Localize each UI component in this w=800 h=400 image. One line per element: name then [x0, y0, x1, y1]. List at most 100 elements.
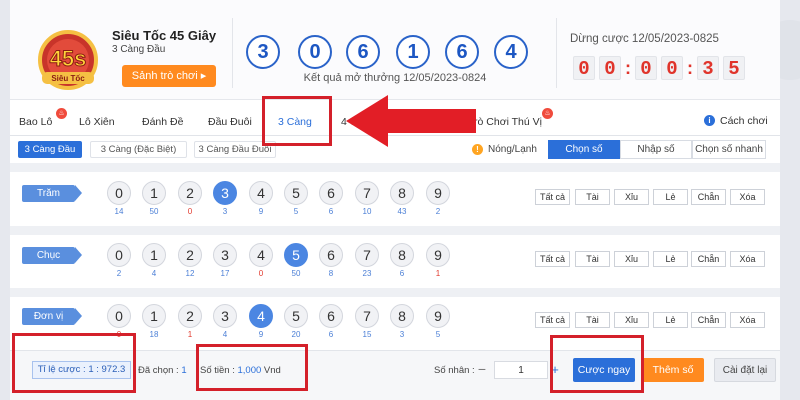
game-logo: 45s Siêu Tốc	[32, 26, 104, 92]
number-ball[interactable]: 5	[284, 304, 308, 328]
mode-choose-number[interactable]: Chọn số	[548, 140, 620, 159]
quick-select-button[interactable]: Chẵn	[691, 189, 726, 205]
lobby-button[interactable]: Sảnh trò chơi ▸	[122, 65, 216, 87]
tab-lo-xien[interactable]: Lô Xiên	[79, 116, 115, 128]
quick-select-button[interactable]: Chẵn	[691, 312, 726, 328]
hot-cold-toggle[interactable]: Nóng/Lạnh	[488, 144, 537, 155]
highlight-box-bet-now	[550, 335, 644, 393]
result-ball: 3	[246, 35, 280, 69]
quick-select-button[interactable]: Lẻ	[653, 189, 688, 205]
number-ball[interactable]: 6	[319, 304, 343, 328]
header-divider	[232, 18, 233, 88]
number-ball[interactable]: 3	[213, 181, 237, 205]
number-frequency: 14	[114, 207, 124, 216]
number-ball[interactable]: 0	[107, 181, 131, 205]
number-frequency: 20	[291, 330, 301, 339]
logo-text: 45s	[50, 46, 87, 71]
number-frequency: 6	[328, 207, 334, 216]
mode-enter-number[interactable]: Nhập số	[620, 140, 692, 159]
logo-subtext: Siêu Tốc	[51, 74, 85, 83]
number-ball[interactable]: 3	[213, 243, 237, 267]
quick-select-button[interactable]: Tất cả	[535, 312, 570, 328]
number-frequency: 5	[435, 330, 441, 339]
number-frequency: 17	[220, 269, 230, 278]
result-label: Kết quả mở thưởng 12/05/2023-0824	[303, 72, 487, 84]
subtab-3-cang-dac-biet[interactable]: 3 Càng (Đặc Biệt)	[90, 141, 187, 158]
number-ball[interactable]: 5	[284, 243, 308, 267]
result-ball: 6	[346, 35, 380, 69]
number-ball[interactable]: 6	[319, 181, 343, 205]
add-numbers-button[interactable]: Thêm số	[642, 358, 704, 382]
number-ball[interactable]: 7	[355, 181, 379, 205]
number-frequency: 8	[328, 269, 334, 278]
countdown-digit: 5	[723, 56, 745, 80]
help-link[interactable]: Cách chơi	[720, 115, 768, 127]
game-header: 45s Siêu Tốc Siêu Tốc 45 Giây 3 Càng Đầu…	[10, 0, 780, 100]
number-frequency: 1	[187, 330, 193, 339]
hot-icon: ♨	[542, 108, 553, 119]
quick-select-button[interactable]: Tài	[575, 251, 610, 267]
quick-select-button[interactable]: Lẻ	[653, 251, 688, 267]
tab-danh-de[interactable]: Đánh Đề	[142, 116, 183, 128]
number-ball[interactable]: 5	[284, 181, 308, 205]
number-frequency: 50	[291, 269, 301, 278]
mode-quick-pick[interactable]: Chọn số nhanh	[692, 140, 766, 159]
bet-stop-label: Dừng cược 12/05/2023-0825	[570, 33, 719, 45]
number-ball[interactable]: 8	[390, 243, 414, 267]
number-ball[interactable]: 2	[178, 243, 202, 267]
countdown-digit: 0	[661, 56, 683, 80]
subtab-3-cang-dau[interactable]: 3 Càng Đầu	[18, 141, 82, 158]
number-frequency: 10	[362, 207, 372, 216]
number-ball[interactable]: 7	[355, 243, 379, 267]
number-ball[interactable]: 2	[178, 181, 202, 205]
tab-tro-choi-thu-vi[interactable]: Trò Chơi Thú Vị	[468, 116, 542, 128]
number-ball[interactable]: 3	[213, 304, 237, 328]
number-frequency: 15	[362, 330, 372, 339]
number-frequency: 3	[222, 207, 228, 216]
number-ball[interactable]: 4	[249, 304, 273, 328]
highlight-box-amount	[196, 344, 308, 391]
number-ball[interactable]: 0	[107, 304, 131, 328]
quick-select-button[interactable]: Xóa	[730, 189, 765, 205]
quick-select-button[interactable]: Xỉu	[614, 251, 649, 267]
quick-select-button[interactable]: Tài	[575, 312, 610, 328]
countdown-digit: 3	[697, 56, 719, 80]
tab-dau-duoi[interactable]: Đầu Đuôi	[208, 116, 252, 128]
number-ball[interactable]: 7	[355, 304, 379, 328]
tab-bao-lo[interactable]: Bao Lô	[19, 116, 52, 128]
quick-select-button[interactable]: Chẵn	[691, 251, 726, 267]
quick-select-button[interactable]: Tất cả	[535, 251, 570, 267]
quick-select-button[interactable]: Tất cả	[535, 189, 570, 205]
number-ball[interactable]: 9	[426, 181, 450, 205]
number-ball[interactable]: 4	[249, 181, 273, 205]
number-ball[interactable]: 1	[142, 243, 166, 267]
number-frequency: 0	[258, 269, 264, 278]
number-ball[interactable]: 9	[426, 304, 450, 328]
multiplier-minus-button[interactable]: −	[472, 361, 492, 379]
selected-value: 1	[181, 365, 187, 376]
number-ball[interactable]: 9	[426, 243, 450, 267]
result-ball: 6	[445, 35, 479, 69]
quick-select-button[interactable]: Lẻ	[653, 312, 688, 328]
row-label: Trăm	[22, 185, 82, 202]
result-ball: 0	[298, 35, 332, 69]
number-ball[interactable]: 8	[390, 304, 414, 328]
number-ball[interactable]: 2	[178, 304, 202, 328]
number-ball[interactable]: 0	[107, 243, 131, 267]
quick-select-button[interactable]: Xóa	[730, 251, 765, 267]
number-ball[interactable]: 4	[249, 243, 273, 267]
number-frequency: 6	[328, 330, 334, 339]
info-icon[interactable]: i	[704, 115, 715, 126]
quick-select-button[interactable]: Tài	[575, 189, 610, 205]
quick-select-button[interactable]: Xỉu	[614, 312, 649, 328]
reset-button[interactable]: Cài đặt lại	[714, 358, 776, 382]
countdown-digit: 0	[573, 56, 595, 80]
number-ball[interactable]: 6	[319, 243, 343, 267]
number-frequency: 2	[116, 269, 122, 278]
quick-select-button[interactable]: Xóa	[730, 312, 765, 328]
number-ball[interactable]: 8	[390, 181, 414, 205]
number-ball[interactable]: 1	[142, 304, 166, 328]
number-ball[interactable]: 1	[142, 181, 166, 205]
multiplier-input[interactable]	[494, 361, 548, 379]
quick-select-button[interactable]: Xỉu	[614, 189, 649, 205]
